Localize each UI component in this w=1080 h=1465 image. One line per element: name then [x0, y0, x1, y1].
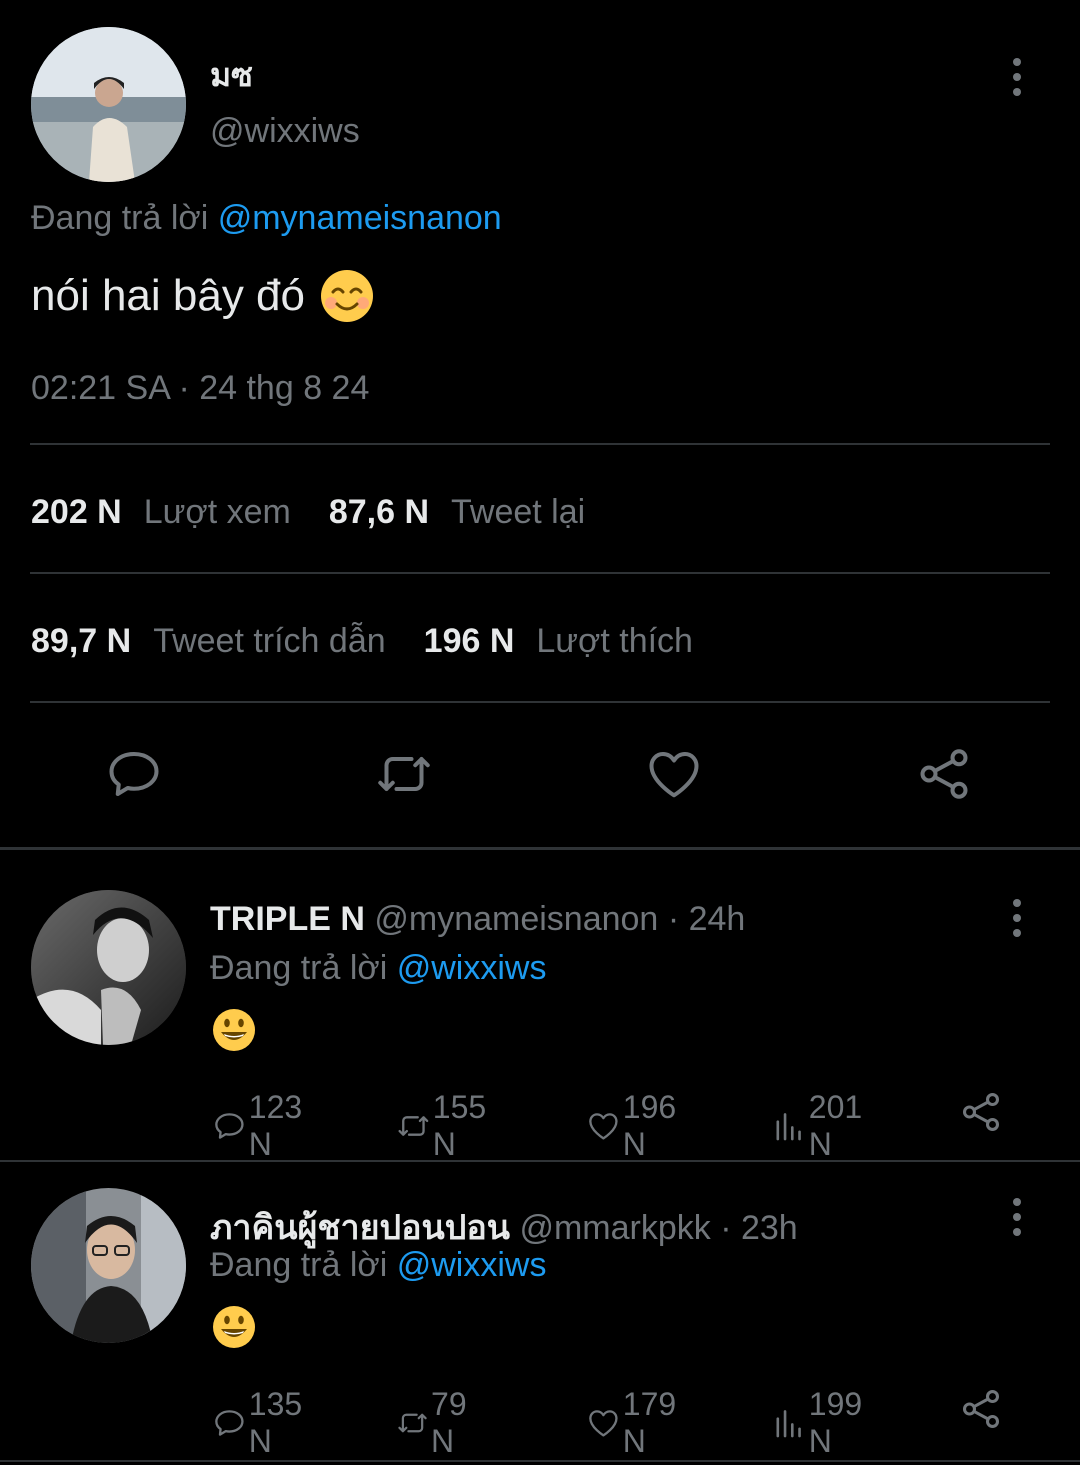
likes-count[interactable]: 196 N — [424, 622, 515, 661]
views-count: 201 N — [808, 1089, 863, 1162]
views-count-button[interactable]: 201 N — [772, 1089, 873, 1163]
views-label: Lượt xem — [143, 493, 291, 531]
retweets-label[interactable]: Tweet lại — [451, 493, 585, 532]
grinning-face-emoji — [213, 1306, 255, 1348]
reply-handle[interactable]: @mmarkpkk — [519, 1209, 710, 1247]
divider — [30, 572, 1050, 574]
share-button[interactable] — [958, 1386, 1004, 1432]
tweet-text-content: nói hai bây đó — [31, 271, 305, 320]
grinning-face-emoji — [213, 1009, 255, 1051]
share-button[interactable] — [958, 1089, 1004, 1135]
more-options-icon[interactable] — [997, 1192, 1037, 1242]
replying-to-mention[interactable]: @wixxiws — [397, 949, 547, 987]
like-count-button[interactable]: 179 N — [586, 1386, 687, 1460]
analytics-bars-icon — [776, 1113, 801, 1141]
share-icon — [962, 1093, 1000, 1131]
analytics-bars-icon — [776, 1410, 801, 1438]
stats-row-1: 202 N Lượt xem 87,6 N Tweet lại — [31, 493, 623, 532]
replying-prefix: Đang trả lời — [210, 1246, 388, 1284]
quotes-label[interactable]: Tweet trích dẫn — [153, 622, 385, 661]
divider — [30, 701, 1050, 703]
retweets-count[interactable]: 87,6 N — [329, 493, 429, 532]
retweet-icon — [398, 1116, 429, 1136]
replying-to-mention[interactable]: @mynameisnanon — [218, 199, 502, 237]
replying-prefix: Đang trả lời — [31, 199, 209, 237]
replying-prefix: Đang trả lời — [210, 949, 388, 987]
smiling-face-emoji — [321, 270, 373, 322]
author-avatar[interactable] — [31, 27, 186, 182]
replying-to-mention[interactable]: @wixxiws — [397, 1246, 547, 1284]
section-divider — [0, 847, 1080, 850]
retweet-count-button[interactable]: 155 N — [396, 1089, 497, 1163]
reply-icon[interactable] — [104, 744, 164, 804]
reply-handle[interactable]: @mynameisnanon — [374, 900, 658, 938]
views-count: 202 N — [31, 493, 122, 531]
retweet-icon — [398, 1413, 427, 1433]
replying-to-line: Đang trả lời @wixxiws — [210, 1246, 546, 1285]
more-options-icon[interactable] — [997, 52, 1037, 102]
reply-count-button[interactable]: 123 N — [212, 1089, 313, 1163]
reply-icon — [215, 1113, 244, 1139]
reply-count-button[interactable]: 135 N — [212, 1386, 313, 1460]
retweet-count: 79 N — [431, 1386, 467, 1459]
more-options-icon[interactable] — [997, 893, 1037, 943]
reply-time[interactable]: · 24h — [668, 900, 746, 938]
reply-count: 123 N — [248, 1089, 303, 1162]
divider — [30, 443, 1050, 445]
tweet-timestamp[interactable]: 02:21 SA · 24 thg 8 24 — [31, 369, 369, 408]
reply-time[interactable]: · 23h — [720, 1209, 798, 1247]
like-heart-icon — [589, 1410, 618, 1437]
like-count-button[interactable]: 196 N — [586, 1089, 687, 1163]
share-icon[interactable] — [914, 744, 974, 804]
likes-label[interactable]: Lượt thích — [536, 622, 693, 661]
retweet-count: 155 N — [432, 1089, 487, 1162]
views-count-button[interactable]: 199 N — [772, 1386, 873, 1460]
like-count: 179 N — [622, 1386, 677, 1459]
share-icon — [962, 1390, 1000, 1428]
replying-to-line: Đang trả lời @mynameisnanon — [31, 199, 502, 238]
like-heart-icon — [589, 1113, 618, 1140]
quotes-count[interactable]: 89,7 N — [31, 622, 131, 661]
stats-row-2: 89,7 N Tweet trích dẫn 196 N Lượt thích — [31, 622, 731, 661]
reply-display-name[interactable]: TRIPLE N — [210, 900, 365, 938]
reply-header: TRIPLE N @mynameisnanon · 24h — [210, 900, 745, 939]
views-count: 199 N — [808, 1386, 863, 1459]
section-divider — [0, 1160, 1080, 1162]
reply-avatar[interactable] — [31, 890, 186, 1045]
replying-to-line: Đang trả lời @wixxiws — [210, 949, 546, 988]
author-display-name[interactable]: มซ — [210, 50, 253, 101]
section-divider — [0, 1460, 1080, 1462]
reply-count: 135 N — [248, 1386, 303, 1459]
retweet-count-button[interactable]: 79 N — [396, 1386, 480, 1460]
reply-icon — [215, 1410, 244, 1436]
reply-avatar[interactable] — [31, 1188, 186, 1343]
tweet-text: nói hai bây đó — [31, 268, 375, 324]
like-count: 196 N — [622, 1089, 677, 1162]
reply-display-name[interactable]: ภาคินผู้ชายปอนปอน — [210, 1209, 510, 1247]
author-handle[interactable]: @wixxiws — [210, 112, 360, 151]
like-heart-icon[interactable] — [644, 744, 704, 804]
retweet-icon[interactable] — [374, 744, 434, 804]
